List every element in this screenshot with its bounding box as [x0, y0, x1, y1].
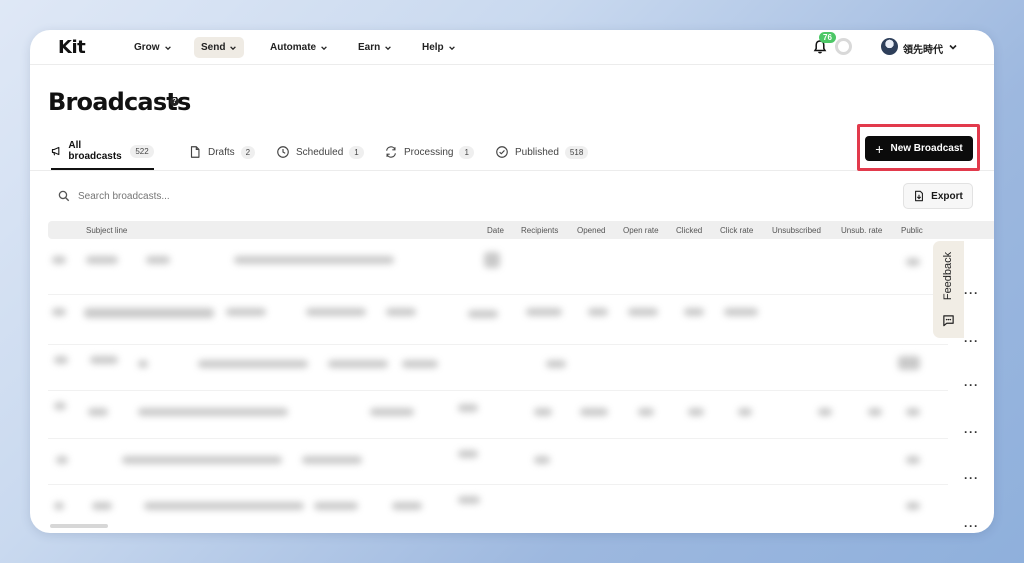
nav-help-label: Help — [422, 42, 444, 53]
chevron-down-icon — [164, 45, 171, 50]
nav-automate[interactable]: Automate — [263, 37, 335, 58]
check-circle-icon — [496, 146, 508, 158]
tab-label: Scheduled — [296, 146, 344, 158]
tab-drafts[interactable]: Drafts 2 — [188, 134, 256, 170]
column-header[interactable]: Open rate — [623, 226, 659, 235]
row-menu-button[interactable]: ··· — [964, 471, 979, 485]
help-icon[interactable]: ? — [170, 97, 179, 106]
nav-earn[interactable]: Earn — [351, 37, 399, 58]
broadcast-table-body: ··· ··· ··· ··· ··· ··· — [48, 242, 978, 533]
feedback-label-wrap: Feedback — [933, 241, 964, 311]
row-menu-button[interactable]: ··· — [964, 425, 979, 439]
column-header[interactable]: Clicked — [676, 226, 702, 235]
row-menu-button[interactable]: ··· — [964, 334, 979, 348]
table-row[interactable] — [48, 250, 928, 290]
column-header[interactable]: Click rate — [720, 226, 753, 235]
document-icon — [190, 146, 200, 158]
avatar[interactable] — [881, 38, 898, 55]
refresh-icon — [386, 146, 396, 158]
user-name[interactable]: 領先時代 — [903, 41, 943, 56]
tab-label: All broadcasts — [68, 140, 122, 162]
column-header[interactable]: Recipients — [521, 226, 558, 235]
tab-count: 1 — [349, 145, 364, 159]
nav-grow-label: Grow — [134, 42, 160, 53]
megaphone-icon — [51, 146, 60, 156]
export-button[interactable]: Export — [903, 183, 973, 209]
chevron-down-icon — [448, 45, 455, 50]
app-window: Kit Grow Send Automate Earn Help 76 領先時代 — [30, 30, 994, 533]
search-bar — [58, 186, 458, 206]
tab-count: 1 — [459, 145, 474, 159]
tab-published[interactable]: Published 518 — [495, 134, 589, 170]
nav-automate-label: Automate — [270, 42, 317, 53]
top-nav: Kit Grow Send Automate Earn Help 76 領先時代 — [30, 30, 994, 65]
nav-send[interactable]: Send — [194, 37, 245, 58]
horizontal-scrollbar[interactable] — [50, 524, 108, 528]
chevron-down-icon — [230, 45, 237, 50]
tab-processing[interactable]: Processing 1 — [384, 134, 474, 170]
chevron-down-icon — [385, 45, 392, 50]
tab-label: Published — [515, 146, 559, 158]
table-row[interactable] — [48, 394, 928, 434]
column-header[interactable]: Subject line — [86, 226, 127, 235]
column-header[interactable]: Public — [901, 226, 923, 235]
tab-count: 518 — [564, 145, 589, 159]
plus-icon: + — [875, 140, 884, 157]
export-label: Export — [931, 190, 963, 202]
row-menu-button[interactable]: ··· — [964, 519, 979, 533]
table-header: Subject line Date Recipients Opened Open… — [48, 221, 994, 239]
clock-icon — [277, 146, 289, 158]
nav-send-label: Send — [201, 42, 226, 53]
tab-label: Drafts — [208, 146, 235, 158]
row-menu-button[interactable]: ··· — [964, 378, 979, 392]
table-row[interactable] — [48, 442, 928, 482]
tabs-divider — [30, 170, 994, 171]
tab-label: Processing — [404, 146, 454, 158]
nav-earn-label: Earn — [358, 42, 381, 53]
nav-grow[interactable]: Grow — [127, 37, 179, 58]
table-row[interactable] — [48, 488, 928, 528]
table-row[interactable] — [48, 300, 928, 340]
row-menu-button[interactable]: ··· — [964, 286, 979, 300]
download-file-icon — [915, 190, 924, 202]
tab-count: 2 — [240, 145, 256, 159]
progress-ring[interactable] — [835, 38, 852, 55]
column-header[interactable]: Unsub. rate — [841, 226, 882, 235]
nav-help[interactable]: Help — [415, 37, 463, 58]
tab-scheduled[interactable]: Scheduled 1 — [276, 134, 364, 170]
column-header[interactable]: Date — [487, 226, 504, 235]
column-header[interactable]: Opened — [577, 226, 605, 235]
table-row[interactable] — [48, 346, 928, 386]
new-broadcast-button[interactable]: + New Broadcast — [865, 136, 973, 161]
new-broadcast-label: New Broadcast — [890, 143, 963, 154]
notification-count-badge: 76 — [819, 32, 836, 43]
feedback-label: Feedback — [942, 251, 955, 301]
chat-bubble-icon — [943, 315, 954, 327]
chevron-down-icon — [321, 45, 327, 50]
tab-all-broadcasts[interactable]: All broadcasts 522 — [51, 134, 154, 170]
column-header[interactable]: Unsubscribed — [772, 226, 821, 235]
tab-count: 522 — [130, 144, 154, 158]
kit-logo[interactable]: Kit — [58, 37, 86, 58]
chevron-down-icon[interactable] — [948, 42, 958, 52]
search-input[interactable] — [78, 190, 378, 202]
search-icon — [58, 190, 70, 202]
